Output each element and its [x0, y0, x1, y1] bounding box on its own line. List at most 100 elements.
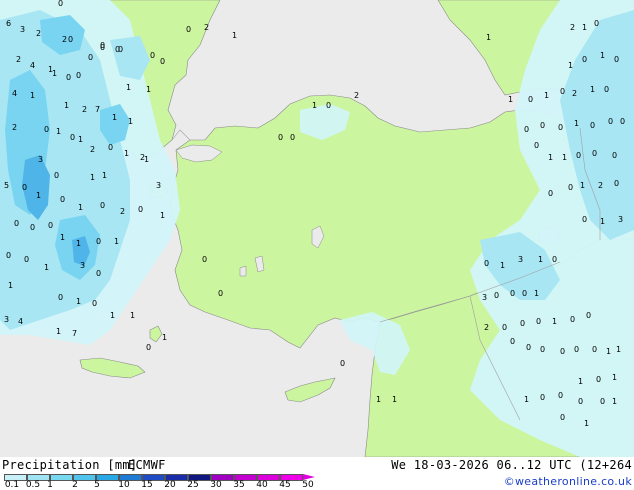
precip-value: 0 — [540, 393, 545, 402]
copyright-link[interactable]: ©weatheronline.co.uk — [504, 475, 632, 488]
precip-value: 0 — [586, 311, 591, 320]
precip-value: 2 — [82, 105, 87, 114]
colorbar-label: 1 — [47, 480, 53, 490]
precip-value: 3 — [20, 25, 25, 34]
precip-value: 1 — [548, 153, 553, 162]
colorbar-label: 25 — [187, 480, 199, 490]
precip-value: 1 — [544, 91, 549, 100]
precip-value: 5 — [4, 181, 9, 190]
precip-value: 0 — [558, 391, 563, 400]
precip-value: 1 — [60, 233, 65, 242]
precip-value: 4 — [12, 89, 17, 98]
precip-value: 1 — [146, 85, 151, 94]
precip-value: 1 — [312, 101, 317, 110]
precip-value: 0 — [30, 223, 35, 232]
precip-value: 0 — [70, 133, 75, 142]
precip-value: 1 — [128, 117, 133, 126]
precip-value: 6 — [6, 19, 11, 28]
colorbar-label: 50 — [302, 480, 314, 490]
precip-value: 0 — [44, 125, 49, 134]
precip-value: 0 — [592, 149, 597, 158]
precip-value: 2 — [120, 207, 125, 216]
precip-value: 0 — [540, 345, 545, 354]
precip-value: 0 — [96, 269, 101, 278]
precip-value: 1 — [582, 23, 587, 32]
precip-value: 1 — [110, 311, 115, 320]
precip-value: 0 — [54, 171, 59, 180]
colorbar-label: 2 — [72, 480, 78, 490]
lake-burdur — [239, 265, 247, 277]
precip-value: 0 — [278, 133, 283, 142]
precip-value: 0 — [502, 323, 507, 332]
colorbar-label: 45 — [279, 480, 291, 490]
precip-value: 1 — [162, 333, 167, 342]
precip-value: 0 — [484, 259, 489, 268]
precip-value: 1 — [56, 127, 61, 136]
precip-value: 1 — [508, 95, 513, 104]
precip-value: 2 — [12, 123, 17, 132]
precip-value: 0 — [96, 237, 101, 246]
precip-value: 1 — [78, 203, 83, 212]
precip-value: 1 — [500, 261, 505, 270]
precip-value: 1 — [76, 297, 81, 306]
precip-value: 1 — [524, 395, 529, 404]
precip-value: 0 — [108, 143, 113, 152]
precip-value: 3 — [4, 315, 9, 324]
colorbar-label: 0.5 — [25, 480, 41, 490]
precip-value: 0 — [582, 215, 587, 224]
precip-value: 1 — [8, 281, 13, 290]
precip-value: 0 — [526, 343, 531, 352]
precip-value: 0 — [548, 189, 553, 198]
colorbar-label: 15 — [141, 480, 153, 490]
precip-value: 0 — [60, 195, 65, 204]
precip-value: 0 — [536, 317, 541, 326]
precip-value: 0 — [568, 183, 573, 192]
colorbar-label: 40 — [256, 480, 268, 490]
precip-value: 2 — [484, 323, 489, 332]
precip-value: 1 — [76, 239, 81, 248]
precip-value: 1 — [534, 289, 539, 298]
precip-value: 1 — [126, 83, 131, 92]
precip-value: 0 — [594, 19, 599, 28]
precip-value: 0 — [620, 117, 625, 126]
precip-value: 0 — [494, 291, 499, 300]
precip-value: 0 — [76, 71, 81, 80]
precip-value: 0 — [510, 337, 515, 346]
precip-value: 3 — [518, 255, 523, 264]
precip-value: 1 — [64, 101, 69, 110]
colorbar-labels: 0.1 0.5 1 2 5 10 15 20 25 30 35 40 45 50 — [0, 480, 330, 490]
precip-value: 7 — [72, 329, 77, 338]
precip-value: 1 — [144, 155, 149, 164]
precip-value: 0 — [570, 315, 575, 324]
precip-value: 4 — [30, 61, 35, 70]
precipitation-map: 3206241204110000011201271131012012130115… — [0, 0, 634, 457]
precip-value: 0 — [590, 121, 595, 130]
precip-value: 1 — [56, 327, 61, 336]
precip-value: 1 — [392, 395, 397, 404]
precip-value: 0 — [340, 359, 345, 368]
precip-value: 1 — [102, 171, 107, 180]
precip-value: 0 — [592, 345, 597, 354]
precip-value: 0 — [558, 123, 563, 132]
precip-value: 0 — [6, 251, 11, 260]
precip-value: 0 — [520, 319, 525, 328]
precip-value: 0 — [22, 183, 27, 192]
precip-value: 1 — [124, 149, 129, 158]
precip-value: 2 — [36, 29, 41, 38]
precip-value: 1 — [552, 317, 557, 326]
precip-value: 1 — [36, 191, 41, 200]
precip-value: 1 — [232, 31, 237, 40]
precip-value: 0 — [160, 57, 165, 66]
precip-value: 2 — [354, 91, 359, 100]
precip-value: 0 — [604, 85, 609, 94]
precip-value: 0 — [612, 151, 617, 160]
precip-value: 1 — [600, 217, 605, 226]
precip-value: 7 — [95, 105, 100, 114]
precip-value: 0 — [88, 53, 93, 62]
model-name: ECMWF — [128, 458, 166, 472]
precip-value: 1 — [562, 153, 567, 162]
precip-value: 1 — [612, 373, 617, 382]
precip-value: 0 — [218, 289, 223, 298]
colorbar-label: 10 — [118, 480, 130, 490]
precip-value: 0 — [540, 121, 545, 130]
